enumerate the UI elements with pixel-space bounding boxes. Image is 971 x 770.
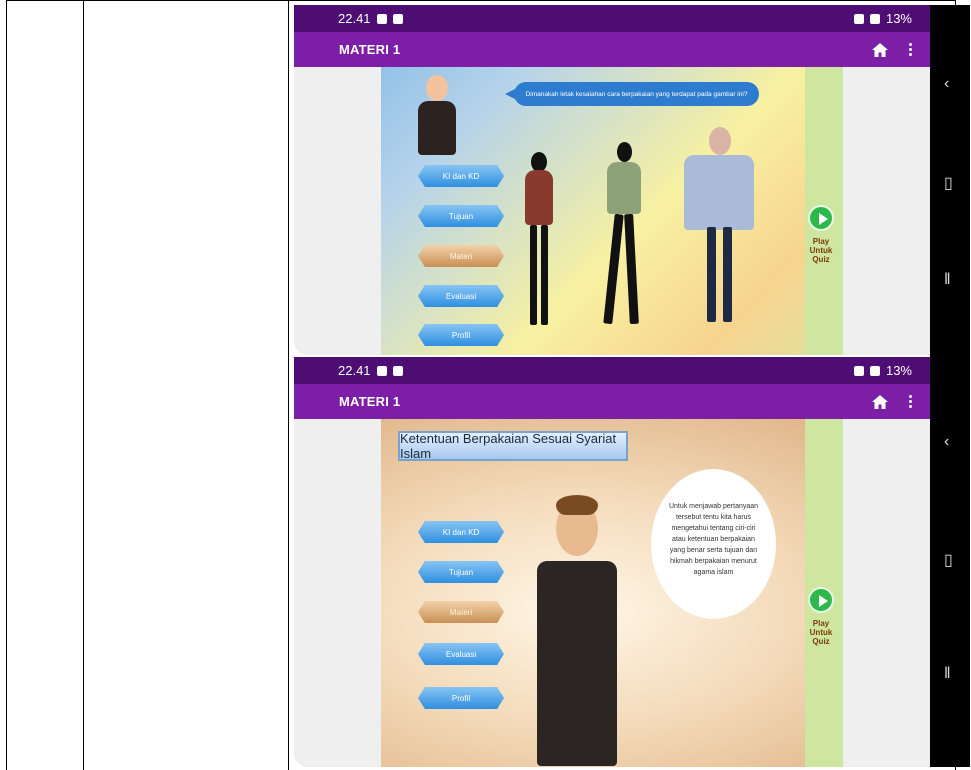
play-icon[interactable] <box>808 205 834 231</box>
table-border-top <box>6 0 956 1</box>
back-icon[interactable]: ‹ <box>944 433 949 451</box>
question-bubble: Dimanakah letak kesalahan cara berpakaia… <box>505 82 759 106</box>
app-screen-2: 22.41 13% MATERI 1 Ketentuan Berpakaian … <box>294 357 930 767</box>
status-time: 22.41 <box>338 363 371 378</box>
menu-materi-button[interactable]: Materi <box>418 601 504 623</box>
app-bar: MATERI 1 <box>294 384 930 419</box>
app-title: MATERI 1 <box>339 42 401 57</box>
teacher-character <box>532 495 622 766</box>
menu-ki-kd-button[interactable]: KI dan KD <box>418 521 504 543</box>
gallery-icon <box>392 365 403 376</box>
letterbox-right <box>843 419 930 767</box>
home-nav-icon[interactable]: ▯ <box>944 550 953 570</box>
gallery-icon <box>392 13 403 24</box>
menu-profil-button[interactable]: Profil <box>418 324 504 346</box>
wifi-icon <box>869 365 880 376</box>
character-woman-2 <box>599 142 649 332</box>
alarm-icon <box>853 13 864 24</box>
character-woman-1 <box>519 152 559 332</box>
app-title: MATERI 1 <box>339 394 401 409</box>
letterbox-left <box>294 419 381 767</box>
status-bar: 22.41 13% <box>294 5 930 32</box>
menu-tujuan-button[interactable]: Tujuan <box>418 205 504 227</box>
teacher-avatar <box>412 75 462 155</box>
home-icon[interactable] <box>871 42 889 58</box>
notification-icon <box>376 13 387 24</box>
menu-materi-button[interactable]: Materi <box>418 245 504 267</box>
menu-evaluasi-button[interactable]: Evaluasi <box>418 285 504 307</box>
alarm-icon <box>853 365 864 376</box>
status-bar: 22.41 13% <box>294 357 930 384</box>
explanation-bubble: Untuk menjawab pertanyaan tersebut tentu… <box>651 469 776 619</box>
play-icon[interactable] <box>808 587 834 613</box>
menu-ki-kd-button[interactable]: KI dan KD <box>418 165 504 187</box>
recent-apps-icon[interactable]: ‖ <box>944 271 951 289</box>
status-time: 22.41 <box>338 11 371 26</box>
android-nav-bar: ‹ ▯ ‖ ‹ ▯ ‖ <box>930 5 970 767</box>
letterbox-left <box>294 67 381 355</box>
menu-profil-button[interactable]: Profil <box>418 687 504 709</box>
table-border-left <box>6 0 7 770</box>
app-bar: MATERI 1 <box>294 32 930 67</box>
menu-tujuan-button[interactable]: Tujuan <box>418 561 504 583</box>
app-screen-1: 22.41 13% MATERI 1 Dimanakah letak kesal… <box>294 5 930 355</box>
play-quiz-label[interactable]: Play Untuk Quiz <box>804 237 838 264</box>
game-canvas-1: Dimanakah letak kesalahan cara berpakaia… <box>294 67 930 355</box>
notification-icon <box>376 365 387 376</box>
wifi-icon <box>869 13 880 24</box>
lesson-title-box: Ketentuan Berpakaian Sesuai Syariat Isla… <box>398 431 628 461</box>
table-divider-1 <box>83 0 84 770</box>
game-canvas-2: Ketentuan Berpakaian Sesuai Syariat Isla… <box>294 419 930 767</box>
battery-text: 13% <box>885 363 912 378</box>
home-icon[interactable] <box>871 394 889 410</box>
battery-text: 13% <box>885 11 912 26</box>
more-vert-icon[interactable] <box>909 43 912 56</box>
document-page: 22.41 13% MATERI 1 Dimanakah letak kesal… <box>0 0 971 770</box>
character-woman-3 <box>679 127 759 332</box>
table-divider-2 <box>288 0 289 770</box>
home-nav-icon[interactable]: ▯ <box>944 173 953 193</box>
back-icon[interactable]: ‹ <box>944 75 949 93</box>
phone-screenshot: 22.41 13% MATERI 1 Dimanakah letak kesal… <box>294 5 970 767</box>
more-vert-icon[interactable] <box>909 395 912 408</box>
recent-apps-icon[interactable]: ‖ <box>944 665 951 683</box>
letterbox-right <box>843 67 930 355</box>
play-quiz-label[interactable]: Play Untuk Quiz <box>804 619 838 646</box>
menu-evaluasi-button[interactable]: Evaluasi <box>418 643 504 665</box>
